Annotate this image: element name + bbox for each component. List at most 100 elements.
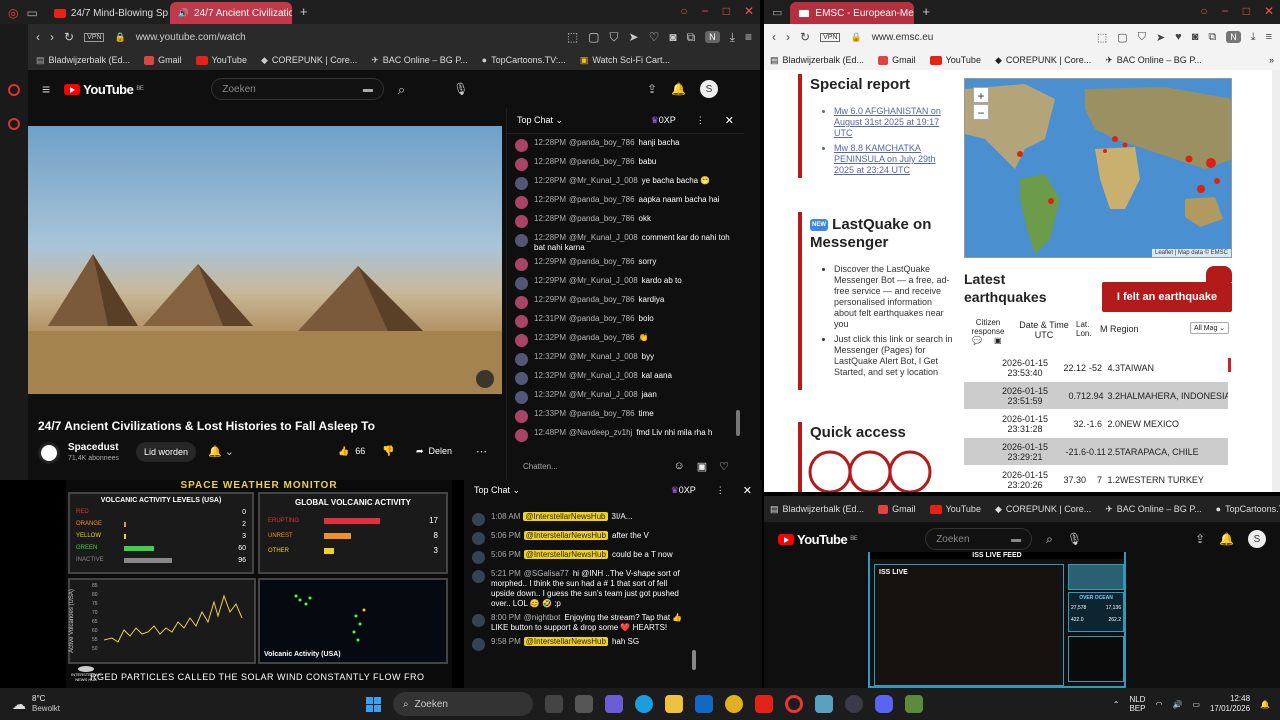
chat-avatar[interactable] [515,315,528,328]
chat-avatar[interactable] [515,234,528,247]
download-icon[interactable]: ⤓ [1251,31,1256,44]
bottom-chat-close-icon[interactable]: ✕ [743,484,752,497]
menu-icon[interactable]: ≡ [1266,31,1272,43]
chat-user[interactable]: @nightbot [524,613,561,622]
youtube-logo[interactable]: YouTube BE [778,532,858,547]
send-icon[interactable]: ➤ [1156,31,1165,44]
earthquake-row[interactable]: 2026-01-15 23:53:40 22.12 -52 4.3 TAIWAN [964,354,1228,382]
chat-user[interactable]: @InterstellarNewsHub [523,512,608,521]
bookmark-folder[interactable]: ▤ Bladwijzerbalk (Ed... [770,504,864,515]
hamburger-menu-icon[interactable]: ≡ [42,82,50,96]
create-icon[interactable]: ⇪ [1195,533,1205,545]
calculator-icon[interactable] [815,695,833,713]
chat-user[interactable]: @InterstellarNewsHub [523,531,608,540]
chat-user[interactable]: @Mr_Kunal_J_008 [569,276,638,285]
join-button[interactable]: Lid worden [136,442,196,462]
chat-avatar[interactable] [515,429,528,442]
chat-avatar[interactable] [472,532,485,545]
chat-message-list[interactable]: 12:28PM @panda_boy_786 hanji bacha 12:28PM @… [507,134,744,446]
create-icon[interactable]: ⇪ [647,83,657,95]
bookmark-folder[interactable]: ▤ Bladwijzerbalk (Ed... [770,55,864,66]
channel-name[interactable]: Spacedust [68,442,119,453]
edge-icon[interactable] [635,695,653,713]
notification-icon[interactable]: 🔔 [1260,700,1270,709]
chat-avatar[interactable] [515,177,528,190]
eq-table-scrollbar[interactable] [1228,358,1231,372]
camera-icon[interactable]: ◙ [669,31,676,43]
bookmark-bac[interactable]: ✈ BAC Online – BG P... [1105,504,1201,515]
taskbar-search[interactable]: ⌕ Zoeken [393,692,533,716]
chat-close-icon[interactable]: ✕ [725,114,734,127]
snapshot-icon[interactable]: ⬚ [1097,31,1107,44]
tab-emsc[interactable]: EMSC - European-Mediter [790,2,915,24]
search-input[interactable]: Zoeken ▬ [211,78,384,100]
keyboard-icon[interactable]: ▬ [363,84,373,95]
right-address-bar[interactable]: www.emsc.eu [872,32,1087,43]
bookmark-gmail[interactable]: Gmail [144,55,182,65]
chat-more-icon[interactable]: ⋮ [696,115,705,126]
chat-avatar[interactable] [472,513,485,526]
address-bar[interactable]: www.youtube.com/watch [136,32,557,43]
chat-avatar[interactable] [515,410,528,423]
wallet-icon[interactable]: ▢ [1117,31,1127,44]
chat-avatar[interactable] [515,139,528,152]
tab-ancient[interactable]: 🔊 24/7 Ancient Civilizatio [169,2,292,24]
language-indicator[interactable]: NLD BEP [1129,695,1145,713]
bookmarks-overflow-icon[interactable]: » [1269,55,1274,65]
send-icon[interactable]: ➤ [629,31,639,43]
bookmark-gmail[interactable]: Gmail [878,55,916,65]
menu-icon[interactable]: ≡ [745,31,752,43]
dislike-icon[interactable]: 👎 [382,446,394,457]
tab-list-icon[interactable]: ▭ [772,6,782,19]
clock[interactable]: 12:48 17/01/2026 [1210,694,1250,714]
chat-user[interactable]: @InterstellarNewsHub [523,550,608,559]
bookmark-bac[interactable]: ✈ BAC Online – BG P... [371,55,467,66]
chat-user[interactable]: @panda_boy_786 [569,214,635,223]
top-chat-dropdown[interactable]: Top Chat ⌄ [517,115,563,126]
file-explorer-icon[interactable] [665,695,683,713]
extensions-icon[interactable]: ⧉ [1208,31,1216,44]
workspaces-icon[interactable]: ◎ [8,7,18,19]
chat-user[interactable]: @panda_boy_786 [569,409,635,418]
bookmark-topcartoons[interactable]: ●TopCartoons.TV:... [482,55,566,65]
felt-earthquake-button[interactable]: I felt an earthquake [1102,282,1232,312]
chat-user[interactable]: @Mr_Kunal_J_008 [569,176,638,185]
chat-avatar[interactable] [472,570,485,583]
forward-icon[interactable]: › [786,31,790,43]
forward-icon[interactable]: › [50,31,54,43]
snapshot-icon[interactable]: ⬚ [567,31,578,43]
extensions-icon[interactable]: ⧉ [687,31,696,43]
outlook-icon[interactable] [695,695,713,713]
bottom-chat-more-icon[interactable]: ⋮ [716,485,725,496]
earthquake-row[interactable]: 2026-01-15 23:51:59 0.71 2.94 3.2 HALMAHERA, … [964,382,1228,410]
bookmark-corepunk[interactable]: ◆ COREPUNK | Core... [995,55,1091,66]
teams-icon[interactable] [605,695,623,713]
chat-user[interactable]: @InterstellarNewsHub [523,637,608,646]
bottom-chat-message-list[interactable]: 1:08 AM @InterstellarNewsHub 3I/A... 5:06 P… [464,500,762,654]
bottom-points-badge[interactable]: ♛0XP [671,485,696,496]
opera-icon[interactable] [8,118,20,130]
keyboard-icon[interactable]: ▬ [1011,534,1021,545]
bookmark-topcartoons[interactable]: ●TopCartoons.TV:... [1216,504,1280,514]
chat-avatar[interactable] [515,296,528,309]
profile-badge[interactable]: N [705,31,720,43]
chat-user[interactable]: @SGalisa77 [524,569,569,578]
super-chat-icon[interactable]: ▣ [697,460,707,473]
chat-app-icon[interactable] [575,695,593,713]
chat-user[interactable]: @Mr_Kunal_J_008 [569,233,638,242]
bell-icon[interactable]: 🔔 ⌄ [208,445,234,458]
chat-user[interactable]: @Mr_Kunal_J_008 [569,371,638,380]
back-icon[interactable]: ‹ [36,31,40,43]
map-zoom-out-button[interactable]: − [973,104,989,120]
earthquake-row[interactable]: 2026-01-15 23:31:28 32. -1.6 2.0 NEW MEXICO [964,410,1228,438]
earthquake-map[interactable]: + − Leaflet | Map data © EMSC [964,78,1232,258]
space-weather-video[interactable]: SPACE WEATHER MONITOR VOLCANIC ACTIVITY … [66,480,452,688]
volume-icon[interactable]: 🔊 [1172,700,1182,709]
close-icon[interactable]: ✕ [744,4,754,18]
chat-avatar[interactable] [515,215,528,228]
tab-list-icon[interactable]: ▭ [26,7,37,19]
bookmark-youtube[interactable]: YouTube [195,55,247,65]
minimize-icon[interactable]: − [702,4,709,18]
heart-icon[interactable]: ♥ [1175,31,1182,43]
notifications-icon[interactable]: 🔔 [1219,533,1234,545]
